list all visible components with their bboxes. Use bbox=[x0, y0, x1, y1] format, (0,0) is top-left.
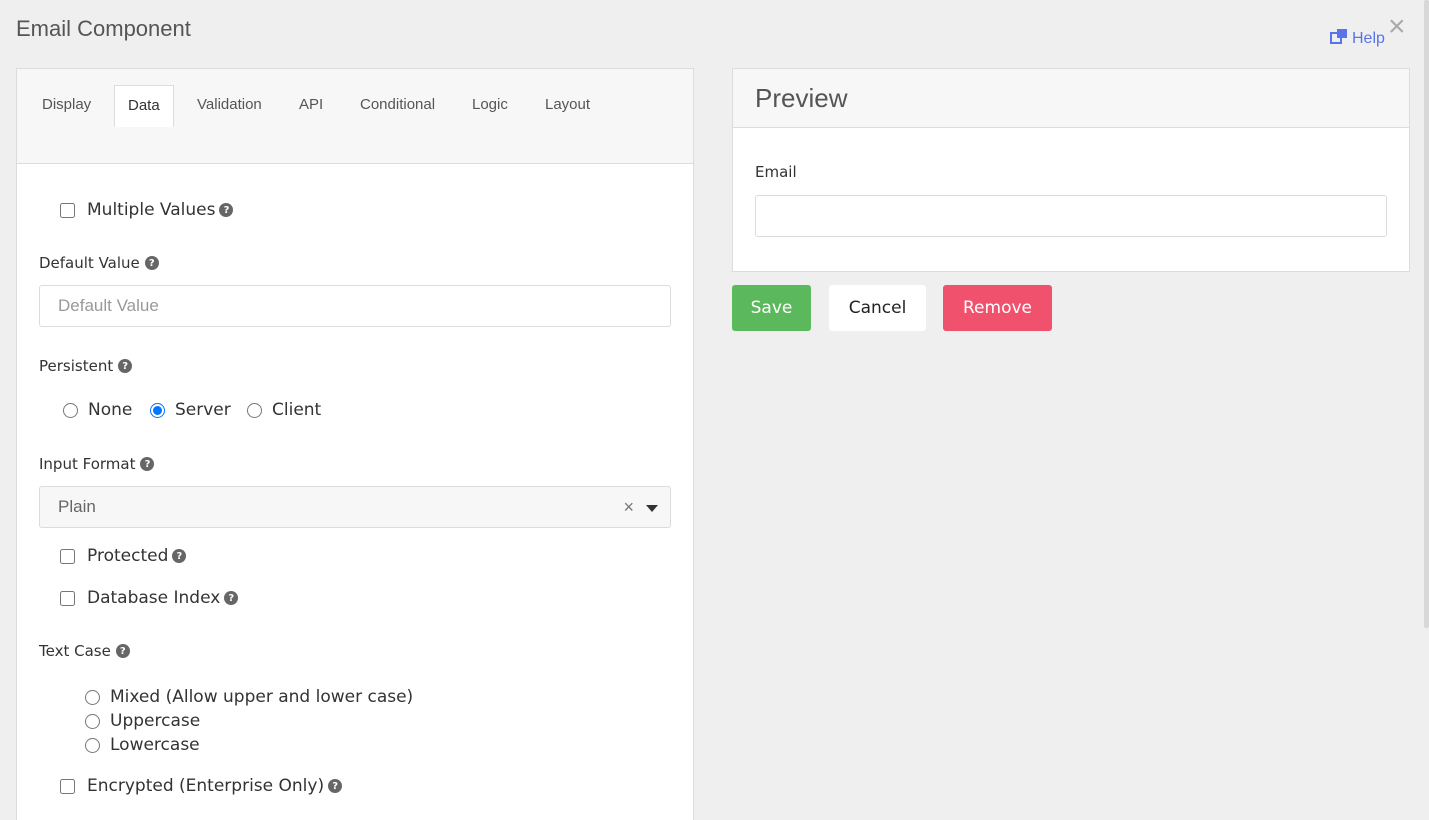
default-value-label-row: Default Value ? bbox=[39, 254, 159, 272]
protected-checkbox[interactable]: Protected ? bbox=[60, 546, 187, 566]
text-case-option-lowercase[interactable]: Lowercase bbox=[85, 735, 200, 755]
persistent-none-radio[interactable] bbox=[63, 402, 78, 418]
protected-label: Protected bbox=[87, 546, 169, 566]
persistent-label-row: Persistent ? bbox=[39, 357, 133, 375]
close-icon[interactable]: × bbox=[1388, 12, 1406, 42]
help-icon[interactable]: ? bbox=[224, 591, 239, 605]
help-icon[interactable]: ? bbox=[219, 203, 234, 217]
multiple-values-label: Multiple Values bbox=[87, 200, 216, 220]
scrollbar[interactable] bbox=[1424, 0, 1429, 628]
persistent-option-client[interactable]: Client bbox=[247, 400, 321, 420]
database-index-input[interactable] bbox=[60, 590, 75, 606]
persistent-client-radio[interactable] bbox=[247, 402, 262, 418]
text-case-lowercase-label: Lowercase bbox=[110, 735, 200, 755]
cancel-button[interactable]: Cancel bbox=[829, 285, 926, 331]
tabs-bar: Display Data Validation API Conditional … bbox=[17, 69, 693, 164]
multiple-values-input[interactable] bbox=[60, 202, 75, 218]
default-value-input[interactable] bbox=[39, 285, 671, 327]
input-format-value: Plain bbox=[58, 497, 96, 516]
text-case-mixed-radio[interactable] bbox=[85, 689, 100, 705]
external-link-icon bbox=[1330, 28, 1348, 49]
text-case-uppercase-radio[interactable] bbox=[85, 713, 100, 729]
text-case-mixed-label: Mixed (Allow upper and lower case) bbox=[110, 687, 414, 707]
input-format-label-row: Input Format ? bbox=[39, 455, 155, 473]
encrypted-input[interactable] bbox=[60, 778, 75, 794]
text-case-lowercase-radio[interactable] bbox=[85, 737, 100, 753]
tab-data[interactable]: Data bbox=[114, 85, 174, 127]
persistent-none-label: None bbox=[88, 400, 133, 420]
persistent-option-none[interactable]: None bbox=[63, 400, 132, 420]
dialog-title: Email Component bbox=[16, 16, 191, 41]
database-index-checkbox[interactable]: Database Index ? bbox=[60, 588, 239, 608]
chevron-down-icon[interactable] bbox=[646, 505, 658, 512]
help-icon[interactable]: ? bbox=[328, 779, 343, 793]
text-case-option-uppercase[interactable]: Uppercase bbox=[85, 711, 200, 731]
tab-logic[interactable]: Logic bbox=[459, 85, 521, 127]
tab-validation[interactable]: Validation bbox=[184, 85, 275, 127]
tab-api[interactable]: API bbox=[286, 85, 336, 127]
multiple-values-checkbox[interactable]: Multiple Values ? bbox=[60, 200, 234, 220]
persistent-server-radio[interactable] bbox=[150, 402, 165, 418]
help-icon[interactable]: ? bbox=[172, 549, 187, 563]
text-case-label-row: Text Case ? bbox=[39, 642, 130, 660]
input-format-label: Input Format bbox=[39, 455, 136, 473]
input-format-select[interactable]: Plain × bbox=[39, 486, 671, 528]
save-button[interactable]: Save bbox=[732, 285, 811, 331]
persistent-label: Persistent bbox=[39, 357, 114, 375]
tab-conditional[interactable]: Conditional bbox=[347, 85, 448, 127]
encrypted-checkbox[interactable]: Encrypted (Enterprise Only) ? bbox=[60, 776, 343, 796]
settings-panel: Display Data Validation API Conditional … bbox=[16, 68, 694, 820]
tab-display[interactable]: Display bbox=[29, 85, 104, 127]
persistent-client-label: Client bbox=[272, 400, 322, 420]
tab-layout[interactable]: Layout bbox=[532, 85, 603, 127]
default-value-label: Default Value bbox=[39, 254, 140, 272]
protected-input[interactable] bbox=[60, 548, 75, 564]
database-index-label: Database Index bbox=[87, 588, 221, 608]
help-icon[interactable]: ? bbox=[144, 256, 159, 270]
help-label: Help bbox=[1352, 29, 1385, 47]
help-link[interactable]: Help bbox=[1330, 28, 1385, 49]
preview-panel: Preview Email bbox=[732, 68, 1410, 272]
remove-button[interactable]: Remove bbox=[943, 285, 1052, 331]
help-icon[interactable]: ? bbox=[118, 359, 133, 373]
persistent-server-label: Server bbox=[175, 400, 231, 420]
clear-icon[interactable]: × bbox=[623, 497, 634, 518]
text-case-label: Text Case bbox=[39, 642, 111, 660]
text-case-uppercase-label: Uppercase bbox=[110, 711, 201, 731]
persistent-option-server[interactable]: Server bbox=[150, 400, 231, 420]
preview-email-input[interactable] bbox=[755, 195, 1387, 237]
preview-title: Preview bbox=[733, 69, 1409, 128]
text-case-option-mixed[interactable]: Mixed (Allow upper and lower case) bbox=[85, 687, 413, 707]
encrypted-label: Encrypted (Enterprise Only) bbox=[87, 776, 325, 796]
help-icon[interactable]: ? bbox=[140, 457, 155, 471]
help-icon[interactable]: ? bbox=[115, 644, 130, 658]
preview-email-label: Email bbox=[755, 163, 797, 181]
